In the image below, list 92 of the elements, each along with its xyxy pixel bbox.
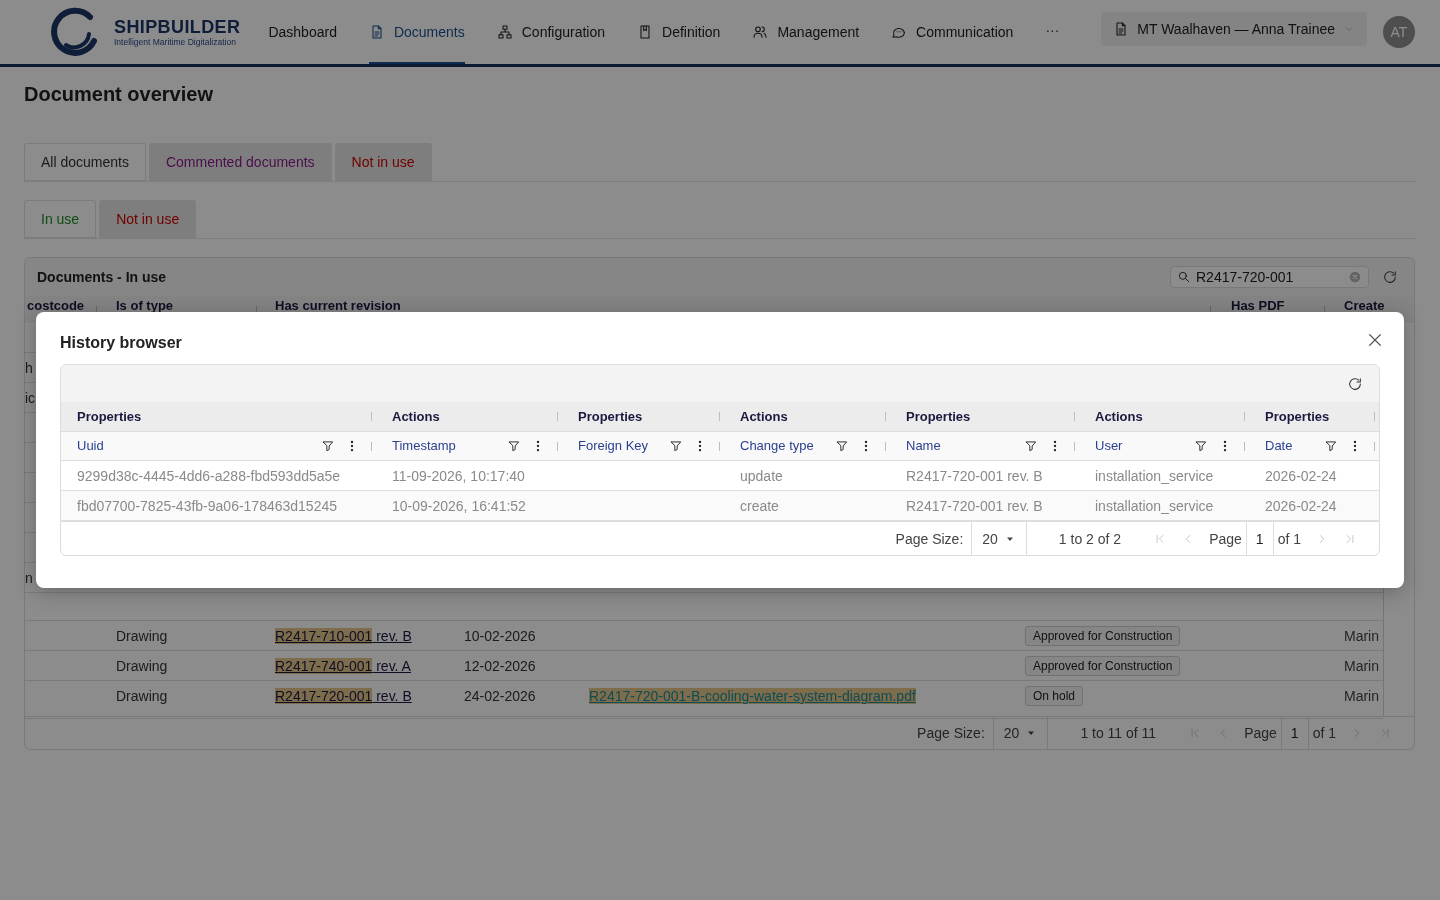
page-size-label: Page Size: (917, 725, 985, 741)
column-header[interactable]: Uuid (77, 438, 321, 454)
column-header[interactable]: Is of type (116, 298, 174, 313)
tab[interactable]: Not in use (334, 143, 432, 181)
page-number-field[interactable]: 1 (1245, 522, 1274, 555)
page-size-select[interactable]: 20 (992, 717, 1049, 749)
nav-item[interactable]: Documents (368, 0, 465, 64)
close-icon[interactable] (1366, 331, 1384, 349)
column-group-header: Properties (77, 408, 142, 424)
column-group-header: Actions (392, 408, 440, 424)
column-header[interactable]: Change type (740, 438, 835, 454)
nav-item[interactable]: Definition (637, 0, 721, 64)
table-cell-text: Drawing (116, 658, 169, 674)
status-badge: Approved for Construction (1025, 626, 1181, 646)
hierarchy-icon (496, 24, 513, 40)
table-cell: installation_service (1095, 467, 1214, 484)
column-group-header: Properties (1265, 408, 1330, 424)
page-total-text: of 1 (1312, 725, 1336, 741)
page-label: Page (1209, 530, 1242, 547)
table-cell: R2417-720-001 rev. B (906, 467, 1043, 484)
column-header[interactable]: Has current revision (275, 298, 401, 313)
column-header[interactable]: Date (1265, 438, 1324, 454)
filter-icon[interactable] (835, 438, 849, 453)
table-cell: R2417-720-001 rev. B (906, 497, 1043, 514)
users-icon (752, 24, 769, 40)
page-label: Page (1244, 725, 1277, 741)
filter-icon[interactable] (1324, 438, 1338, 453)
more-menu-button[interactable]: ··· (1045, 22, 1060, 42)
tab[interactable]: Not in use (99, 200, 197, 238)
tab[interactable]: In use (24, 200, 97, 238)
column-header[interactable]: Has PDF (1231, 298, 1285, 313)
book-icon (637, 24, 653, 40)
table-cell-text: h (25, 360, 34, 376)
table-cell: 2026-02-24 (1265, 497, 1337, 514)
status-badge: On hold (1025, 686, 1084, 706)
table-cell-text: Drawing (116, 688, 169, 704)
nav-item[interactable]: Communication (891, 0, 1014, 64)
column-group-header: Actions (740, 408, 788, 424)
filter-icon[interactable] (507, 438, 521, 453)
column-group-header: Properties (578, 408, 643, 424)
table-cell: fbd07700-7825-43fb-9a06-178463d15245 (77, 497, 337, 514)
page-title: Document overview (24, 82, 214, 106)
brand-name: SHIPBUILDER (114, 16, 241, 37)
page-size-select[interactable]: 20 (971, 522, 1027, 555)
context-selector[interactable]: MT Waalhaven — Anna Trainee (1101, 12, 1367, 46)
table-cell: 2026-02-24 (1265, 467, 1337, 484)
column-header[interactable]: Name (906, 438, 1024, 454)
status-badge: Approved for Construction (1025, 656, 1181, 676)
table-cell: create (740, 497, 779, 514)
table-cell-text: Marin (1343, 628, 1380, 644)
table-cell-text: 12-02-2026 (464, 658, 537, 674)
refresh-icon[interactable] (1347, 375, 1363, 392)
filter-icon[interactable] (1194, 438, 1208, 453)
tab[interactable]: All documents (24, 143, 146, 181)
filter-icon[interactable] (321, 438, 335, 453)
nav-item[interactable]: Configuration (496, 0, 605, 64)
refresh-icon[interactable] (1382, 269, 1398, 285)
page-size-label: Page Size: (895, 530, 964, 547)
table-cell-text: ic (25, 390, 37, 406)
nav-item[interactable]: Management (752, 0, 860, 64)
column-header[interactable]: Foreign Key (578, 438, 669, 454)
table-cell: 10-09-2026, 16:41:52 (392, 497, 526, 514)
table-cell-text: 24-02-2026 (464, 688, 537, 704)
brand-tagline: Intelligent Maritime Digitalization (114, 36, 237, 48)
dialog-title: History browser (60, 333, 182, 353)
table-cell: update (740, 467, 783, 484)
column-group-header: Actions (1095, 408, 1143, 424)
column-header[interactable]: costcode (27, 298, 85, 313)
nav-item[interactable]: Dashboard (268, 0, 337, 64)
page-range-text: 1 to 11 of 11 (1080, 725, 1157, 741)
column-group-header: Properties (906, 408, 971, 424)
panel-title: Documents - In use (37, 269, 167, 285)
page-number-field[interactable]: 1 (1280, 717, 1309, 749)
tab[interactable]: Commented documents (148, 143, 332, 181)
table-cell: 9299d38c-4445-4dd6-a288-fbd593dd5a5e (77, 467, 341, 484)
filter-icon[interactable] (669, 438, 683, 453)
logo-icon (50, 7, 100, 57)
table-cell-text: n (25, 570, 34, 586)
filter-icon[interactable] (1024, 438, 1038, 453)
table-cell-text: 10-02-2026 (464, 628, 537, 644)
page-total-text: of 1 (1277, 530, 1301, 547)
table-cell-text: Marin (1343, 688, 1380, 704)
column-header[interactable]: User (1095, 438, 1194, 454)
column-header[interactable]: Create (1344, 298, 1385, 313)
table-cell-text: Marin (1343, 658, 1380, 674)
page-range-text: 1 to 2 of 2 (1058, 530, 1122, 547)
search-field[interactable]: R2417-720-001 (1170, 266, 1369, 288)
search-icon (1177, 270, 1191, 284)
table-cell: installation_service (1095, 497, 1214, 514)
table-cell: 11-09-2026, 10:17:40 (392, 467, 525, 484)
column-header[interactable]: Timestamp (392, 438, 507, 454)
table-cell-text: Drawing (116, 628, 169, 644)
